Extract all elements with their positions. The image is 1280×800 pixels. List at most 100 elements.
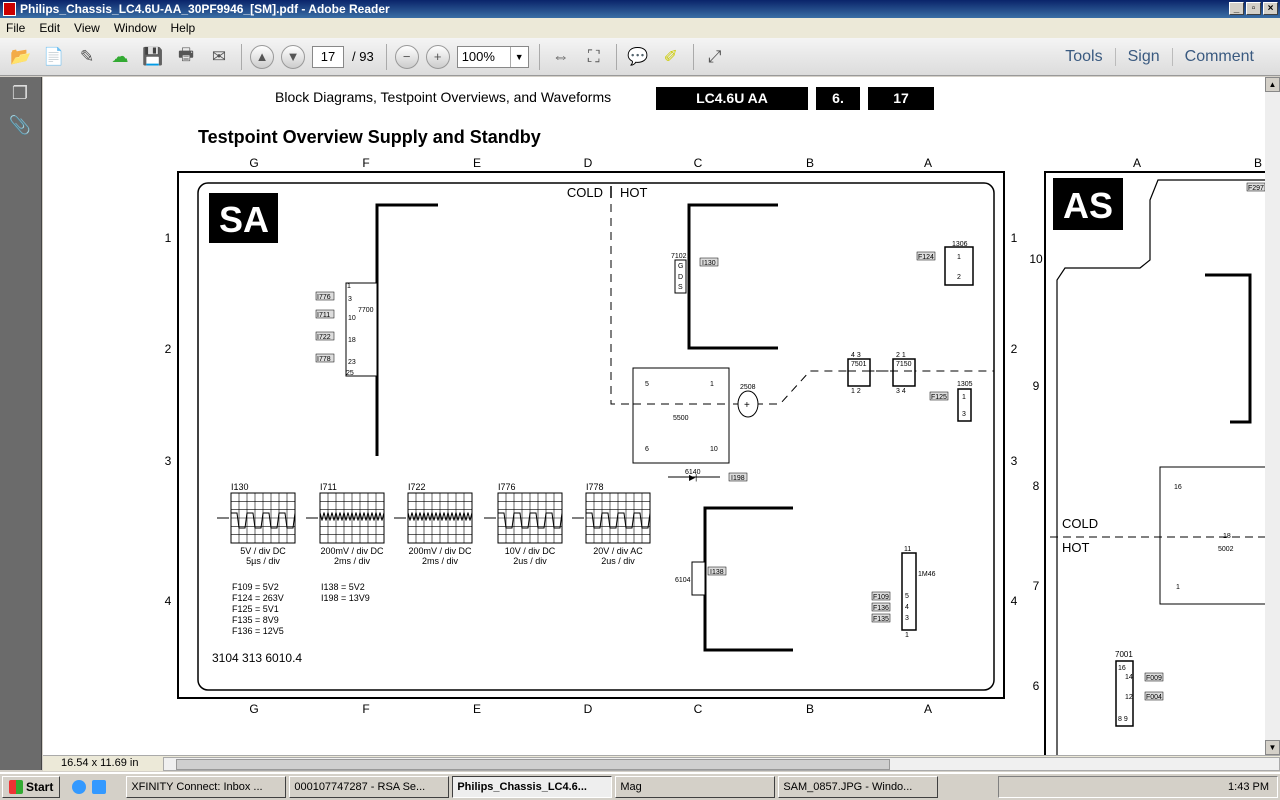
create-pdf-icon[interactable]: 📄 <box>41 44 67 70</box>
chevron-down-icon[interactable]: ▼ <box>509 46 528 67</box>
task-rsa[interactable]: 000107747287 - RSA Se... <box>289 776 450 798</box>
zoom-value: 100% <box>461 48 495 64</box>
svg-text:7501: 7501 <box>851 361 867 368</box>
scroll-down-icon[interactable]: ▼ <box>1265 740 1280 755</box>
task-mag-folder[interactable]: Mag <box>615 776 776 798</box>
edit-icon[interactable]: ✎ <box>74 44 100 70</box>
system-tray: 1:43 PM <box>998 776 1278 798</box>
as-label: AS <box>1063 185 1113 226</box>
fit-width-icon[interactable]: ⇔ <box>548 44 574 70</box>
sign-button[interactable]: Sign <box>1114 48 1172 66</box>
upload-cloud-icon[interactable]: ☁ <box>107 44 133 70</box>
svg-text:11: 11 <box>904 546 911 553</box>
svg-text:1M46: 1M46 <box>918 571 936 578</box>
svg-text:G: G <box>678 263 683 270</box>
waveform-timebase: 2ms / div <box>334 556 371 566</box>
open-icon[interactable]: 📂 <box>8 44 34 70</box>
waveform-scope: I711 200mV / div DC2ms / div <box>306 482 385 566</box>
svg-text:5: 5 <box>645 381 649 388</box>
svg-text:3: 3 <box>962 411 966 418</box>
zoom-select[interactable]: 100% ▼ <box>456 45 529 68</box>
svg-text:18: 18 <box>1223 533 1231 540</box>
svg-text:I138: I138 <box>710 569 724 576</box>
minimize-button[interactable]: _ <box>1229 2 1244 15</box>
menu-view[interactable]: View <box>74 18 100 38</box>
as-frame <box>1044 171 1265 755</box>
print-icon[interactable]: 🖶 <box>173 44 199 70</box>
menu-edit[interactable]: Edit <box>39 18 60 38</box>
svg-text:F009: F009 <box>1146 675 1162 682</box>
comment-button[interactable]: Comment <box>1171 48 1266 66</box>
next-page-icon[interactable]: ▼ <box>281 44 305 69</box>
col-letter: D <box>584 702 593 716</box>
col-letter: B <box>806 702 814 716</box>
svg-text:+: + <box>744 400 750 411</box>
pages-icon[interactable]: ❐ <box>7 83 33 109</box>
col-letter: C <box>694 702 703 716</box>
svg-text:S: S <box>678 284 683 291</box>
svg-text:7102: 7102 <box>671 253 687 260</box>
navigation-pane: ❐ 📎 <box>0 77 42 770</box>
ie-icon[interactable] <box>92 780 107 794</box>
row-numbers: 1 2 3 4 1 2 3 4 <box>165 231 1018 608</box>
tools-button[interactable]: Tools <box>1053 48 1114 66</box>
save-icon[interactable]: 💾 <box>140 44 166 70</box>
waveform-scope: I130 5V / div DC5µs / div <box>217 482 296 566</box>
svg-text:8: 8 <box>1033 479 1040 493</box>
page-number-input[interactable]: 17 <box>312 45 344 68</box>
attachment-icon[interactable]: 📎 <box>7 115 33 141</box>
svg-text:7001: 7001 <box>1115 650 1133 659</box>
close-button[interactable]: × <box>1263 2 1278 15</box>
divider <box>241 43 242 70</box>
ic-label: 7700 <box>358 307 374 314</box>
ie-icon[interactable] <box>72 780 87 794</box>
waveform-scale: 10V / div DC <box>505 546 556 556</box>
svg-text:10: 10 <box>1029 252 1043 266</box>
svg-text:16: 16 <box>1174 484 1182 491</box>
diode-6104 <box>691 561 706 596</box>
start-button[interactable]: Start <box>2 776 61 798</box>
vertical-scrollbar[interactable]: ▲ ▼ <box>1265 77 1280 755</box>
divider <box>692 43 694 70</box>
toolbar: 📂 📄 ✎ ☁ 💾 🖶 ✉ ▲ ▼ 17 / 93 − + 100% ▼ ⇔ ⛶ … <box>0 38 1280 76</box>
highlight-icon[interactable]: ✐ <box>658 44 684 70</box>
zoom-out-icon[interactable]: − <box>394 44 419 69</box>
col-letter: E <box>473 702 481 716</box>
waveform-timebase: 2ms / div <box>422 556 459 566</box>
horizontal-scrollbar[interactable] <box>163 757 1280 771</box>
svg-text:10: 10 <box>348 315 356 322</box>
svg-text:12: 12 <box>1125 694 1133 701</box>
col-letter: D <box>584 156 593 170</box>
waveform-scope: I776 10V / div DC2us / div <box>484 482 563 566</box>
zoom-in-icon[interactable]: + <box>425 44 450 69</box>
svg-text:14: 14 <box>1125 674 1133 681</box>
row-number: 2 <box>165 342 172 356</box>
row-number: 2 <box>1011 342 1018 356</box>
start-label: Start <box>26 780 54 794</box>
menu-help[interactable]: Help <box>171 18 196 38</box>
task-photo-viewer[interactable]: SAM_0857.JPG - Windo... <box>778 776 939 798</box>
svg-text:10: 10 <box>710 446 718 453</box>
svg-text:I711: I711 <box>317 312 330 319</box>
expand-icon[interactable]: ⤢ <box>702 44 728 70</box>
maximize-button[interactable]: ▫ <box>1246 2 1261 15</box>
row-number: 3 <box>1011 454 1018 468</box>
menu-window[interactable]: Window <box>114 18 157 38</box>
scroll-thumb[interactable] <box>176 759 890 770</box>
page-size: 16.54 x 11.69 in <box>61 757 139 769</box>
sticky-note-icon[interactable]: 💬 <box>625 44 651 70</box>
svg-text:3: 3 <box>905 615 909 622</box>
voltage-reading: F109 = 5V2 <box>232 582 279 592</box>
waveform-scope: I778 20V / div AC2us / div <box>572 482 651 566</box>
previous-page-icon[interactable]: ▲ <box>250 44 274 69</box>
task-xfinity[interactable]: XFINITY Connect: Inbox ... <box>126 776 287 798</box>
page-label: 17 <box>893 90 909 106</box>
page-count: / 93 <box>352 49 374 64</box>
status-bar: 16.54 x 11.69 in <box>43 755 1280 771</box>
fit-page-icon[interactable]: ⛶ <box>581 44 607 70</box>
menu-file[interactable]: File <box>6 18 25 38</box>
scroll-up-icon[interactable]: ▲ <box>1265 77 1280 92</box>
email-icon[interactable]: ✉ <box>206 44 232 70</box>
svg-text:A: A <box>1133 156 1141 170</box>
task-adobe-reader[interactable]: Philips_Chassis_LC4.6... <box>452 776 613 798</box>
